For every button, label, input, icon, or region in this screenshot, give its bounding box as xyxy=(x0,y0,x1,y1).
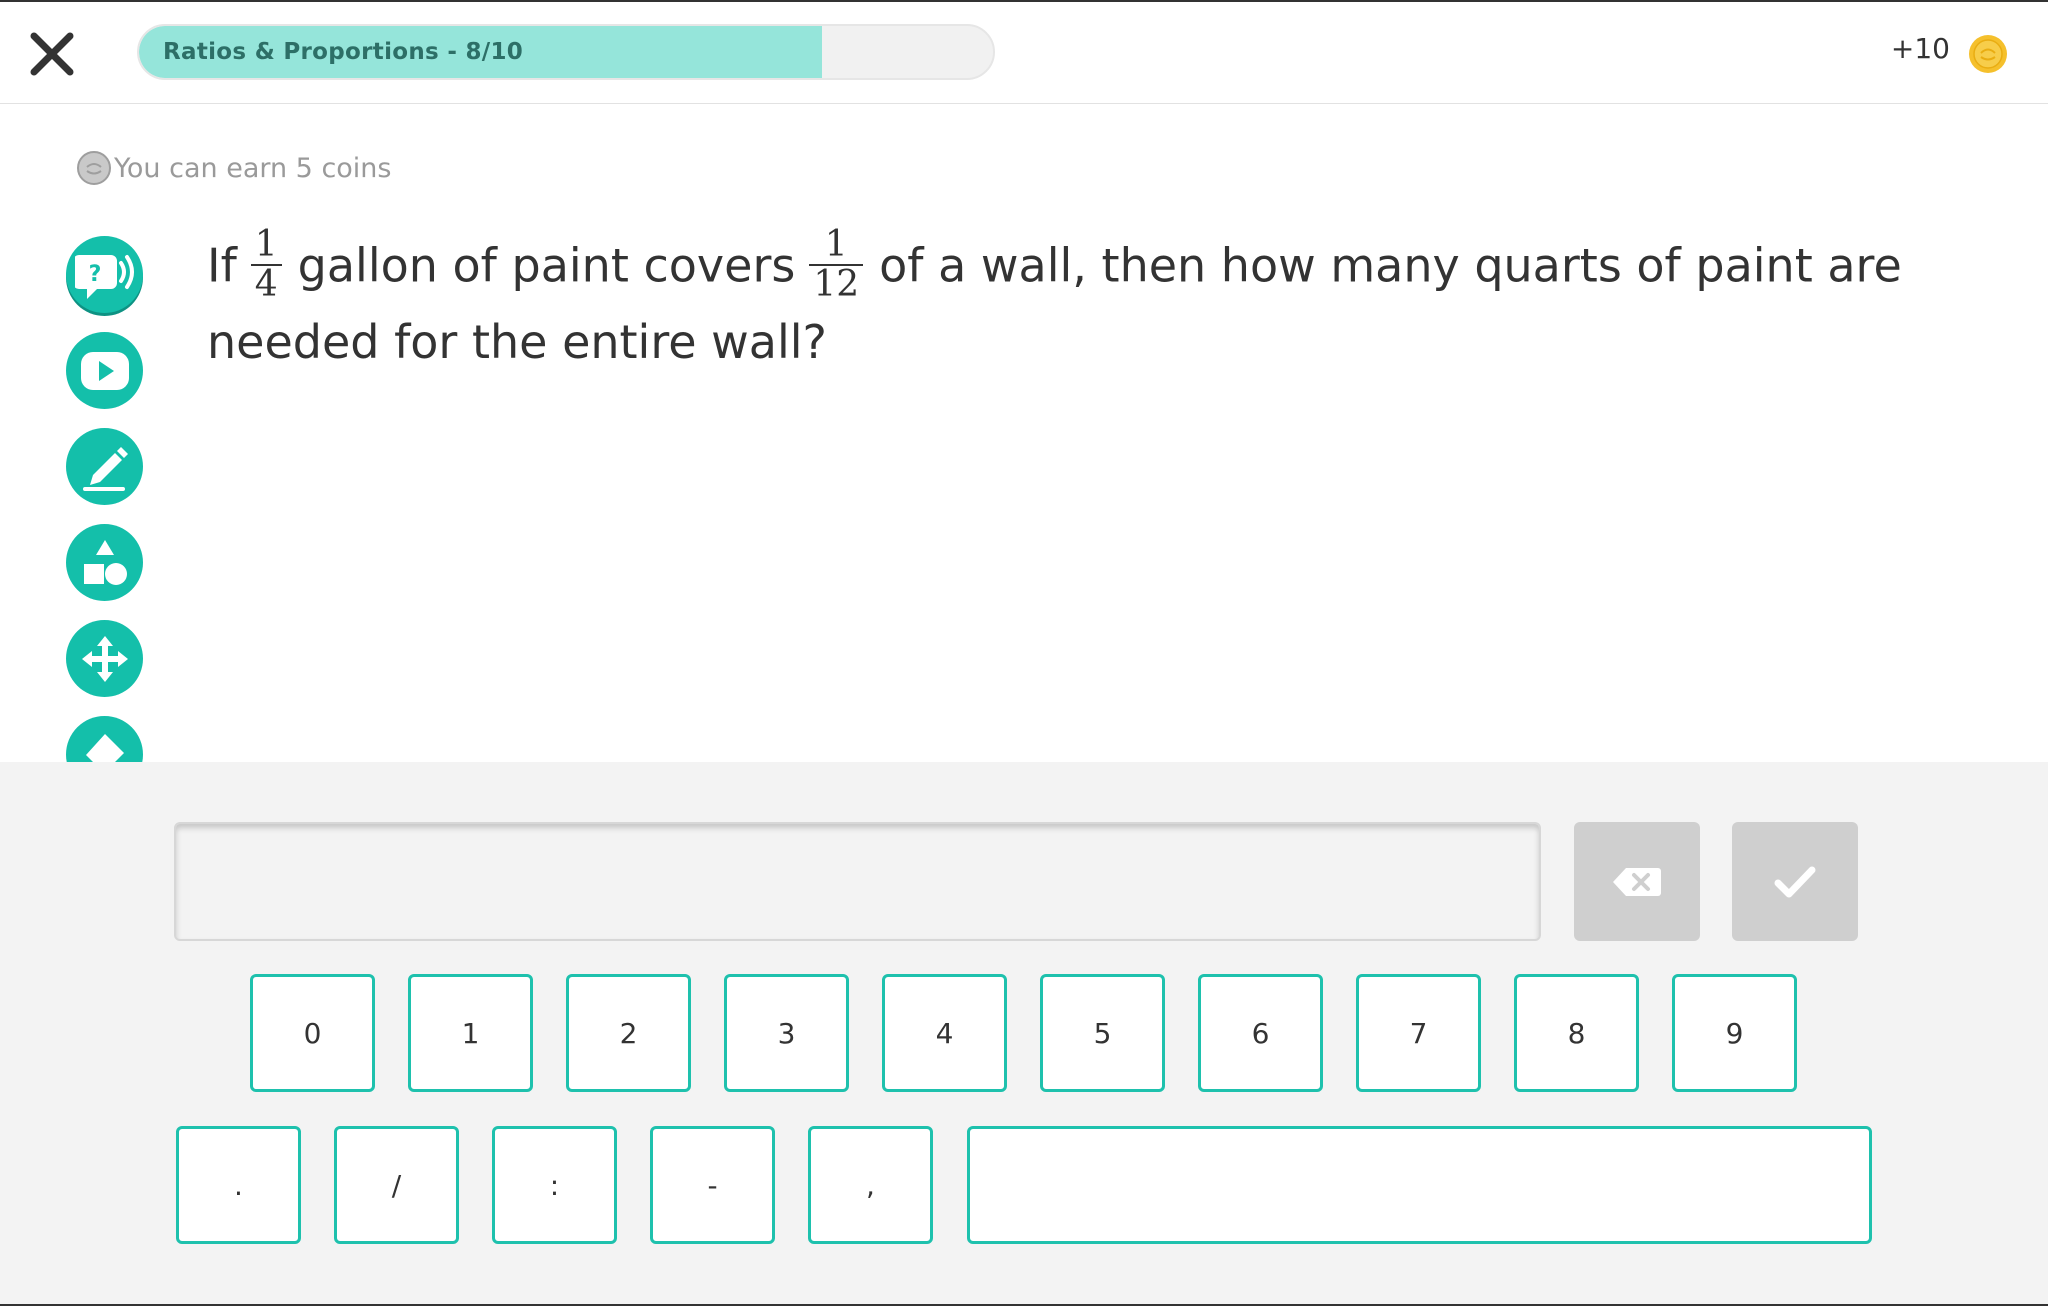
key-2[interactable]: 2 xyxy=(566,974,691,1092)
key-comma[interactable]: , xyxy=(808,1126,933,1244)
key-period[interactable]: . xyxy=(176,1126,301,1244)
video-button[interactable] xyxy=(66,332,143,409)
key-6[interactable]: 6 xyxy=(1198,974,1323,1092)
fraction-1-denominator: 4 xyxy=(254,264,278,305)
shapes-button[interactable] xyxy=(66,524,143,601)
key-colon[interactable]: : xyxy=(492,1126,617,1244)
eraser-button[interactable] xyxy=(66,716,143,762)
fraction-one-quarter: 14 xyxy=(250,226,282,305)
key-3[interactable]: 3 xyxy=(724,974,849,1092)
move-arrows-icon xyxy=(81,635,128,682)
earn-text: You can earn 5 coins xyxy=(114,152,392,184)
fraction-one-twelfth: 1 12 xyxy=(809,226,864,305)
question-text: If 1 4 gallon of paint covers 1 12 of a wall, … xyxy=(207,226,1927,376)
audio-help-icon: ? xyxy=(74,254,134,299)
key-slash[interactable]: / xyxy=(334,1126,459,1244)
shapes-icon xyxy=(83,539,127,585)
fraction-2-denominator: 12 xyxy=(813,264,860,305)
answer-input[interactable] xyxy=(174,822,1541,941)
key-4[interactable]: 4 xyxy=(882,974,1007,1092)
key-8[interactable]: 8 xyxy=(1514,974,1639,1092)
close-button[interactable] xyxy=(22,24,82,84)
draw-button[interactable] xyxy=(66,428,143,505)
earn-coins-note: You can earn 5 coins xyxy=(76,150,392,186)
question-part-1: If xyxy=(207,238,237,293)
move-button[interactable] xyxy=(66,620,143,697)
backspace-icon xyxy=(1613,867,1661,896)
audio-help-button[interactable]: ? xyxy=(66,236,143,313)
lesson-progress-bar: Ratios & Proportions - 8/10 xyxy=(137,24,995,80)
backspace-button[interactable] xyxy=(1574,822,1700,941)
close-icon xyxy=(30,32,74,76)
fraction-2-numerator: 1 xyxy=(809,226,864,266)
svg-text:?: ? xyxy=(88,262,101,287)
pencil-icon xyxy=(82,446,128,491)
eraser-icon xyxy=(85,733,124,762)
key-minus[interactable]: - xyxy=(650,1126,775,1244)
key-7[interactable]: 7 xyxy=(1356,974,1481,1092)
tool-list-overflow xyxy=(60,700,150,762)
coin-gray-icon xyxy=(77,151,111,185)
answer-keyboard-panel: 0123456789 . /: -, xyxy=(0,762,2048,1306)
fraction-1-numerator: 1 xyxy=(250,226,282,266)
checkmark-icon xyxy=(1774,866,1816,897)
video-play-icon xyxy=(80,351,129,390)
progress-label: Ratios & Proportions - 8/10 xyxy=(163,39,524,65)
question-part-2: gallon of paint covers xyxy=(297,238,796,293)
key-5[interactable]: 5 xyxy=(1040,974,1165,1092)
submit-button[interactable] xyxy=(1732,822,1858,941)
key-0[interactable]: 0 xyxy=(250,974,375,1092)
coin-score: +10 xyxy=(1890,32,1950,65)
key-1[interactable]: 1 xyxy=(408,974,533,1092)
key-9[interactable]: 9 xyxy=(1672,974,1797,1092)
coin-icon xyxy=(1969,35,2007,73)
top-bar: Ratios & Proportions - 8/10 +10 xyxy=(0,0,2048,104)
space-key[interactable] xyxy=(967,1126,1872,1244)
